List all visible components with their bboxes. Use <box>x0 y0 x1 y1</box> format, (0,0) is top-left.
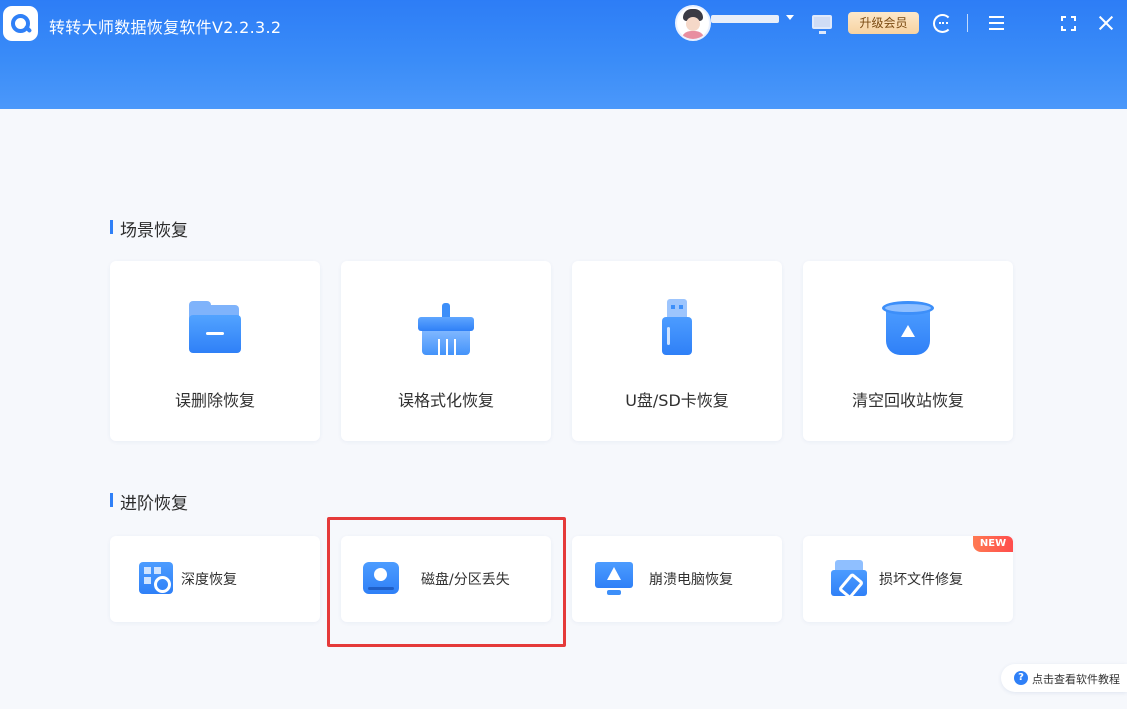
new-badge: NEW <box>973 536 1013 552</box>
card-label: 误删除恢复 <box>174 391 255 410</box>
card-recycle-bin-recovery[interactable]: 清空回收站恢复 <box>803 261 1013 441</box>
card-crashed-pc-recovery[interactable]: 崩溃电脑恢复 <box>572 536 782 622</box>
account-dropdown-icon[interactable] <box>786 15 794 20</box>
card-deep-recovery[interactable]: 深度恢复 <box>110 536 320 622</box>
deep-scan-icon <box>139 560 177 598</box>
help-label: 点击查看软件教程 <box>1032 673 1120 686</box>
tutorial-help-button[interactable]: ? 点击查看软件教程 <box>1001 664 1127 692</box>
section-title-scenario: 场景恢复 <box>110 216 188 241</box>
menu-icon[interactable] <box>989 16 1004 30</box>
card-deleted-recovery[interactable]: 误删除恢复 <box>110 261 320 441</box>
app-title: 转转大师数据恢复软件V2.2.3.2 <box>49 18 282 37</box>
upgrade-vip-button[interactable]: 升级会员 <box>848 12 919 34</box>
username-redacted[interactable] <box>711 15 779 23</box>
card-format-recovery[interactable]: 误格式化恢复 <box>341 261 551 441</box>
app-logo-icon <box>3 6 38 41</box>
card-label: 损坏文件修复 <box>879 572 963 588</box>
file-repair-icon <box>831 560 869 598</box>
card-usb-sd-recovery[interactable]: U盘/SD卡恢复 <box>572 261 782 441</box>
user-avatar[interactable] <box>675 5 711 41</box>
close-icon[interactable] <box>1098 15 1114 31</box>
card-file-repair[interactable]: 损坏文件修复 NEW <box>803 536 1013 622</box>
card-label: 误格式化恢复 <box>397 391 494 410</box>
usb-drive-icon <box>647 299 707 359</box>
monitor-icon[interactable] <box>812 15 832 34</box>
title-bar: 转转大师数据恢复软件V2.2.3.2 升级会员 <box>0 0 1127 109</box>
card-label: 崩溃电脑恢复 <box>649 572 733 588</box>
broom-icon <box>416 299 476 359</box>
highlight-annotation <box>327 517 566 647</box>
help-icon: ? <box>1014 671 1028 685</box>
customer-service-icon[interactable] <box>933 14 952 33</box>
maximize-icon[interactable] <box>1061 16 1076 31</box>
recycle-bin-icon <box>878 299 938 359</box>
section-title-advanced: 进阶恢复 <box>110 489 188 514</box>
crashed-pc-icon <box>595 560 633 598</box>
folder-icon <box>185 299 245 359</box>
card-label: U盘/SD卡恢复 <box>625 391 729 410</box>
toolbar-divider <box>967 14 968 32</box>
card-label: 清空回收站恢复 <box>851 391 964 410</box>
card-label: 深度恢复 <box>181 572 237 588</box>
